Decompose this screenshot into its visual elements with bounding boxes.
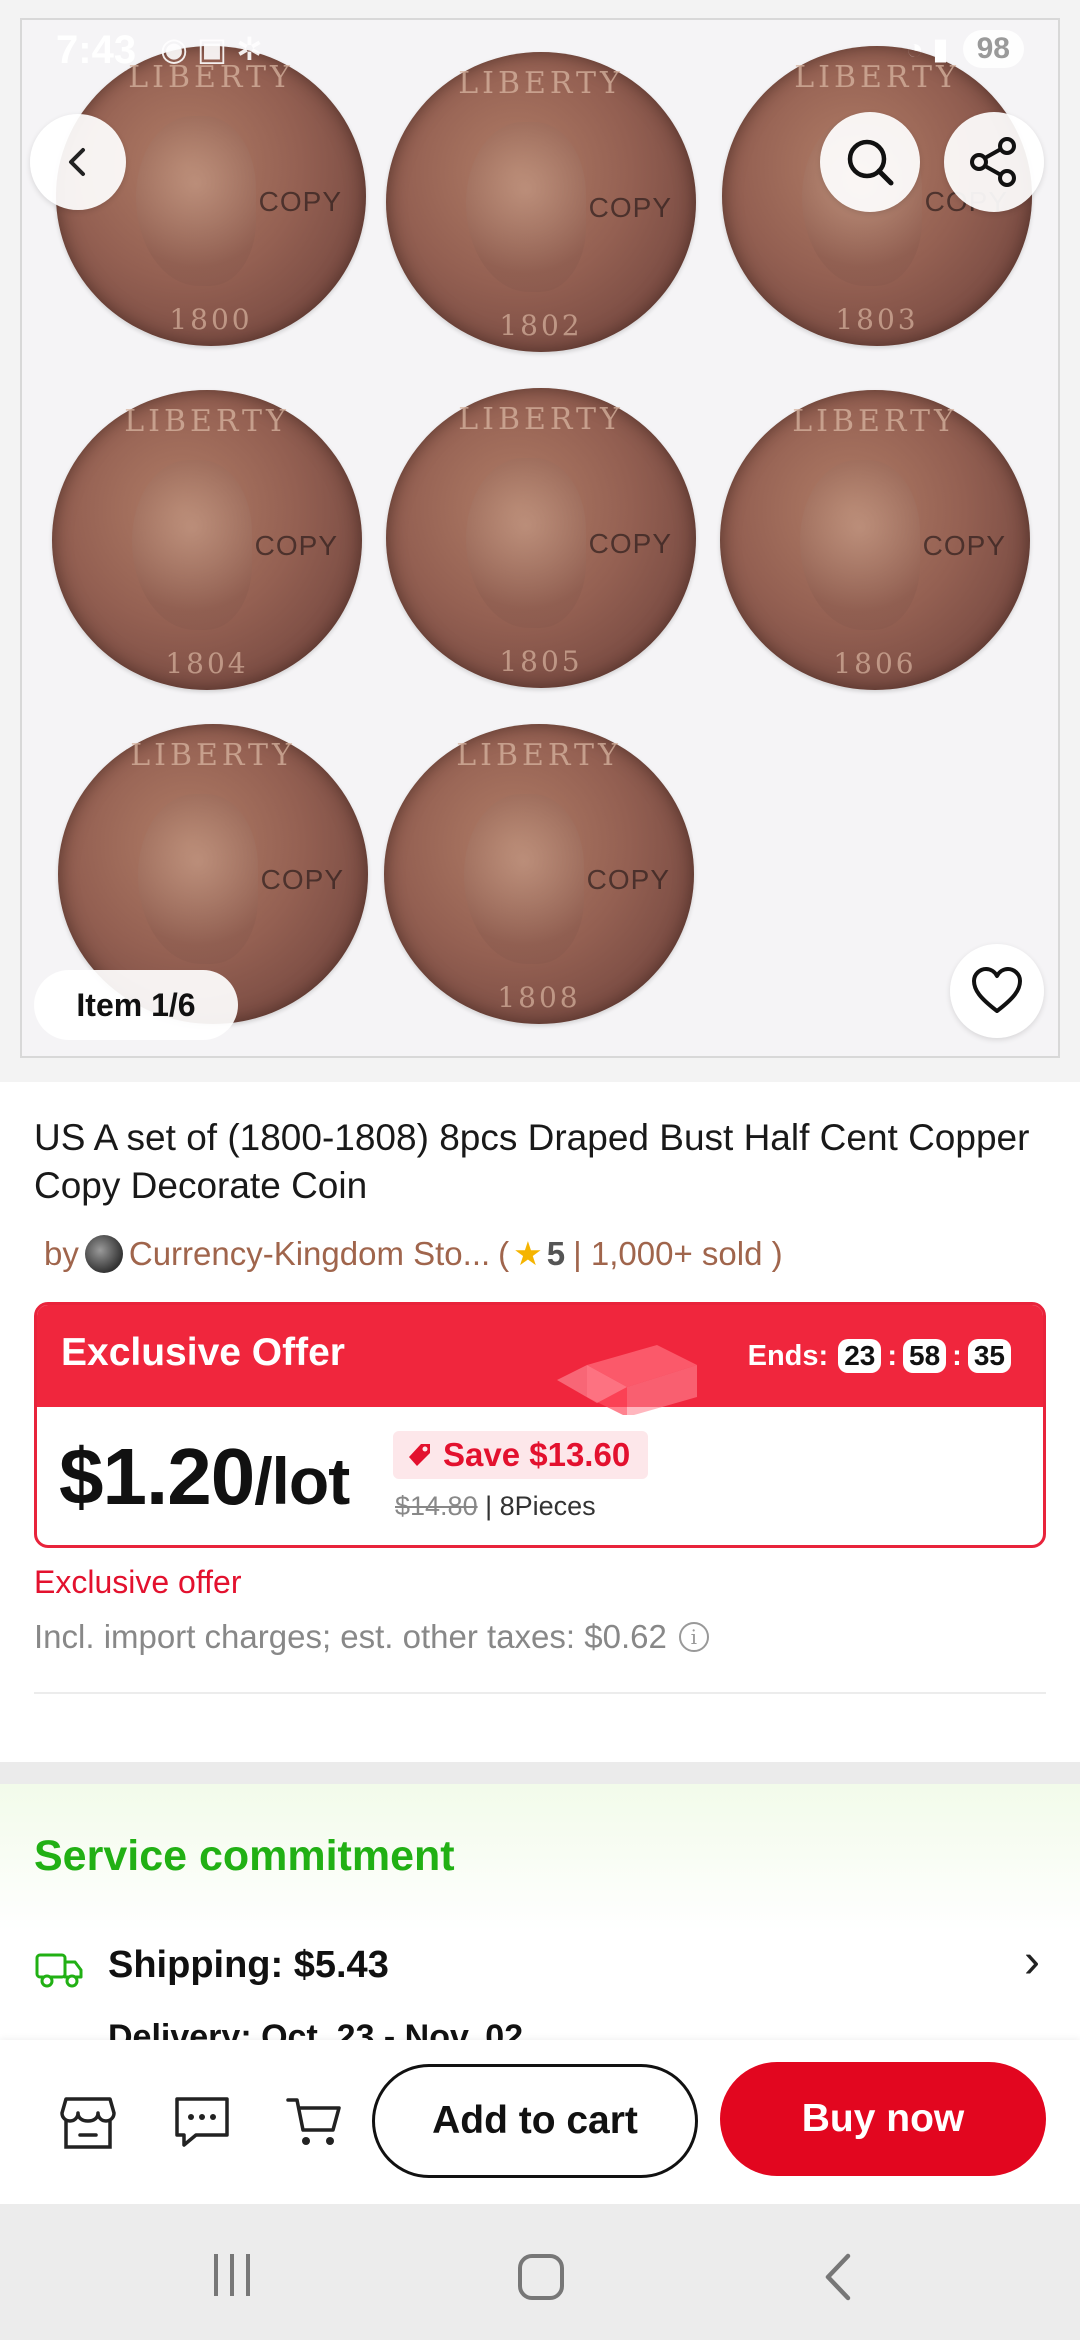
offer-countdown: Ends: 23 : 58 : 35 [748,1339,1015,1373]
signal-icon: ◔ ▮ [905,32,949,66]
add-to-cart-button[interactable]: Add to cart [372,2064,698,2178]
exclusive-offer-card: Exclusive Offer Ends: 23 : 58 : 35 $1.20… [34,1302,1046,1548]
battery-indicator: 98 [962,30,1024,68]
home-icon[interactable] [518,2254,564,2300]
seller-row[interactable]: by Currency-Kingdom Sto... ( ★ 5 | 1,000… [44,1234,783,1273]
star-icon: ★ [513,1235,543,1272]
seller-sold: | 1,000+ sold ) [573,1234,783,1272]
gift-box-icon [557,1345,697,1415]
section-separator [0,1762,1080,1784]
price-unit: /lot [254,1444,350,1518]
status-right: ◔ ▮ 98 [906,30,1024,68]
countdown-seconds: 35 [967,1339,1011,1373]
sale-price: $1.20/lot [59,1431,350,1523]
save-badge: Save $13.60 [393,1431,649,1479]
tax-text: Incl. import charges; est. other taxes: … [34,1618,667,1655]
product-title: US A set of (1800-1808) 8pcs Draped Bust… [34,1117,1030,1206]
coin-image: LIBERTY COPY 1806 [720,390,1030,690]
service-commitment-section: Service commitment Shipping: $5.43 › Del… [0,1784,1080,2054]
item-counter: Item 1/6 [34,970,238,1040]
price-value: $1.20 [59,1432,255,1521]
search-button[interactable] [820,112,920,212]
back-button[interactable] [30,114,126,210]
countdown-minutes: 58 [903,1339,947,1373]
offer-header: Exclusive Offer Ends: 23 : 58 : 35 [37,1305,1043,1415]
status-bar: 7:43 ◉ ▣ ✲ ◔ ▮ 98 [0,0,1080,96]
share-icon [970,137,1016,187]
original-price-row: $14.80 | 8Pieces [395,1491,596,1522]
system-navigation-bar [0,2204,1080,2340]
store-button[interactable] [58,2092,118,2152]
shipping-cost[interactable]: Shipping: $5.43 [108,1944,389,1987]
store-icon [60,2097,116,2149]
search-icon [847,139,894,186]
heart-icon [972,967,1022,1013]
truck-icon [35,1953,83,1988]
coin-image: LIBERTY COPY 1805 [386,388,696,688]
seller-rating: 5 [546,1234,566,1272]
chevron-left-icon [69,148,85,176]
status-time: 7:43 [56,28,137,72]
seller-name[interactable]: Currency-Kingdom Sto... [129,1235,490,1273]
coin-image: LIBERTY COPY 1808 [384,724,694,1024]
ends-label: Ends: [747,1339,829,1372]
share-button[interactable] [944,112,1044,212]
seller-paren: ( [498,1234,510,1272]
countdown-hours: 23 [838,1339,882,1373]
coin-image: LIBERTY COPY 1804 [52,390,362,690]
divider [34,1692,1046,1694]
cart-icon [286,2098,341,2145]
chat-icon [175,2097,229,2147]
save-amount: Save $13.60 [443,1436,631,1473]
bottom-action-bar: Add to cart Buy now [0,2040,1080,2204]
seller-prefix: by [44,1234,79,1272]
original-price: $14.80 [395,1491,478,1521]
notification-icons: ◉ ▣ ✲ [160,31,263,67]
pieces-count: | 8Pieces [485,1491,596,1521]
chevron-right-icon[interactable]: › [1024,1934,1040,1989]
wishlist-button[interactable] [950,944,1044,1038]
system-back-icon[interactable] [820,2250,856,2304]
coin-image: LIBERTY COPY 1802 [386,52,696,352]
tax-note: Incl. import charges; est. other taxes: … [34,1618,709,1656]
buy-now-button[interactable]: Buy now [720,2062,1046,2176]
info-icon[interactable]: i [678,1622,709,1652]
recent-apps-icon[interactable] [214,2254,250,2296]
cart-button[interactable] [284,2092,344,2152]
exclusive-offer-note: Exclusive offer [34,1564,242,1600]
offer-title: Exclusive Offer [61,1331,345,1374]
discount-tag-icon [409,1444,430,1466]
seller-avatar [84,1234,123,1273]
service-title: Service commitment [34,1832,455,1880]
product-gallery[interactable]: LIBERTY COPY 1800 LIBERTY COPY 1802 LIBE… [0,0,1080,1082]
message-button[interactable] [172,2092,232,2152]
